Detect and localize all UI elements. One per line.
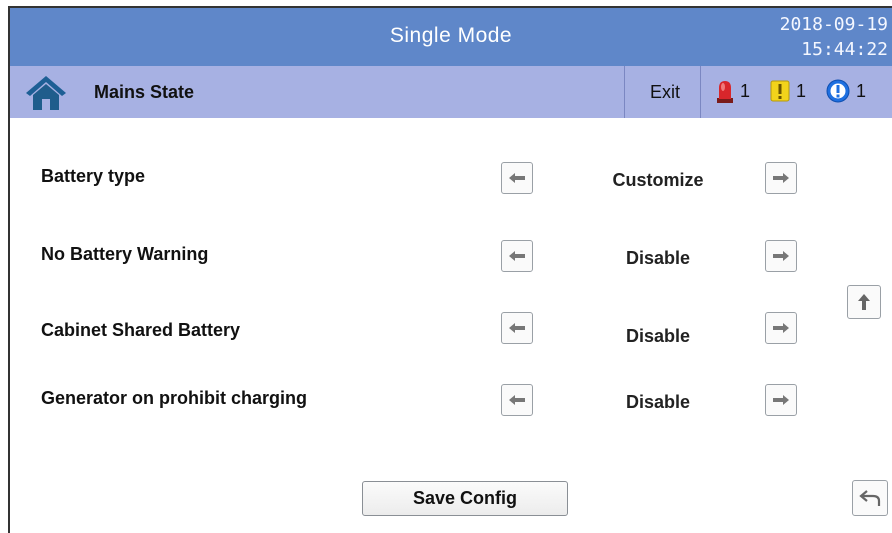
setting-value: Disable	[625, 248, 691, 268]
next-option-button[interactable]	[765, 240, 797, 272]
scroll-up-button[interactable]	[847, 285, 881, 319]
setting-label: Generator on prohibit charging	[41, 388, 308, 408]
home-icon[interactable]	[24, 74, 68, 112]
return-icon	[859, 490, 881, 506]
arrow-left-icon	[509, 323, 525, 333]
arrow-right-icon	[773, 395, 789, 405]
previous-option-button[interactable]	[501, 162, 533, 194]
setting-row-no-battery-warning: No Battery Warning Disable	[10, 236, 892, 276]
setting-label: No Battery Warning	[41, 244, 209, 264]
setting-value: Disable	[625, 392, 691, 412]
previous-option-button[interactable]	[501, 312, 533, 344]
arrow-right-icon	[773, 251, 789, 261]
info-icon	[826, 79, 850, 103]
save-config-button[interactable]: Save Config	[362, 481, 568, 516]
date-text: 2018-09-19	[779, 14, 888, 35]
title-bar: Single Mode 2018-09-19 15:44:22	[10, 8, 892, 66]
datetime-display: 2018-09-19 15:44:22	[780, 12, 888, 62]
page-title: Mains State	[94, 82, 195, 102]
setting-label: Cabinet Shared Battery	[41, 320, 241, 340]
time-text: 15:44:22	[801, 39, 888, 60]
setting-value: Disable	[625, 326, 691, 346]
back-button[interactable]	[852, 480, 888, 516]
setting-row-generator-prohibit-charging: Generator on prohibit charging Disable	[10, 380, 892, 420]
previous-option-button[interactable]	[501, 240, 533, 272]
arrow-left-icon	[509, 251, 525, 261]
alarm-siren-icon	[717, 81, 733, 103]
nav-bar: Mains State Exit 1 1 1	[10, 66, 892, 118]
exit-button[interactable]: Exit	[650, 82, 680, 103]
alarm-warning[interactable]: 1	[770, 78, 806, 104]
arrow-left-icon	[509, 395, 525, 405]
setting-row-battery-type: Battery type Customize	[10, 158, 892, 198]
alarm-warning-count: 1	[796, 80, 807, 101]
divider	[624, 66, 625, 118]
warning-icon	[770, 80, 790, 102]
alarm-critical[interactable]: 1	[716, 78, 750, 104]
previous-option-button[interactable]	[501, 384, 533, 416]
arrow-up-icon	[858, 294, 870, 310]
next-option-button[interactable]	[765, 162, 797, 194]
arrow-right-icon	[773, 323, 789, 333]
setting-value: Customize	[612, 170, 704, 190]
arrow-right-icon	[773, 173, 789, 183]
alarm-info[interactable]: 1	[826, 78, 866, 104]
screen-frame: Single Mode 2018-09-19 15:44:22 Mains St…	[8, 6, 892, 533]
next-option-button[interactable]	[765, 384, 797, 416]
divider	[700, 66, 701, 118]
alarm-critical-count: 1	[740, 80, 751, 101]
alarm-info-count: 1	[856, 80, 867, 101]
mode-title: Single Mode	[389, 24, 513, 47]
setting-label: Battery type	[41, 166, 146, 186]
arrow-left-icon	[509, 173, 525, 183]
setting-row-cabinet-shared-battery: Cabinet Shared Battery Disable	[10, 312, 892, 352]
next-option-button[interactable]	[765, 312, 797, 344]
